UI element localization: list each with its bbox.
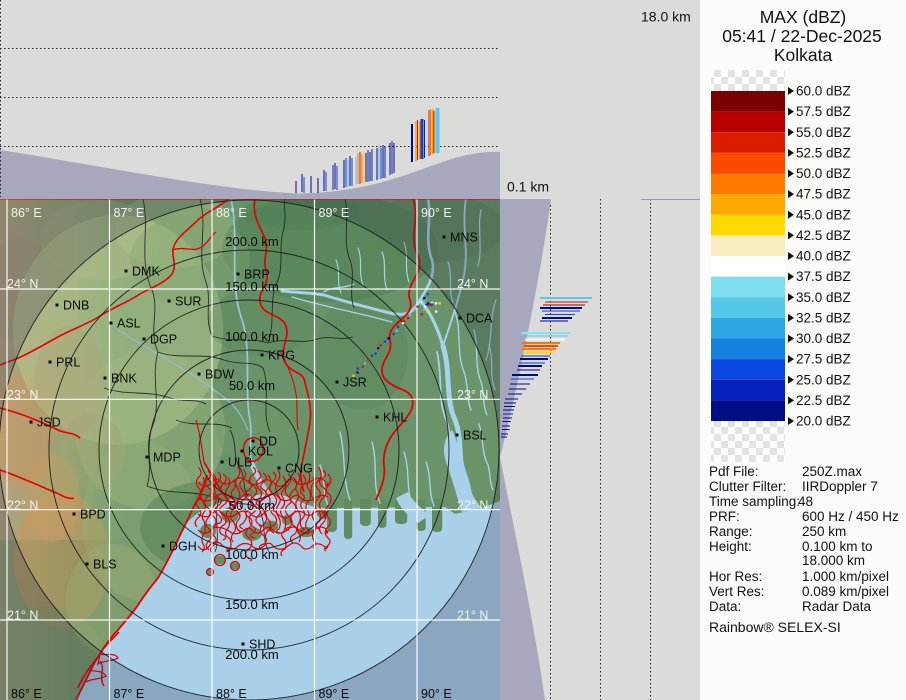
svg-text:0.100 km to: 0.100 km to	[802, 539, 873, 554]
svg-text:89° E: 89° E	[319, 206, 350, 220]
svg-text:BNK: BNK	[111, 372, 137, 386]
svg-text:1.000 km/pixel: 1.000 km/pixel	[802, 569, 889, 584]
svg-text:DGP: DGP	[150, 333, 177, 347]
svg-text:DNB: DNB	[63, 299, 89, 313]
svg-text:Height:: Height:	[709, 539, 752, 554]
svg-text:150.0 km: 150.0 km	[225, 597, 278, 612]
svg-text:Kolkata: Kolkata	[774, 45, 833, 65]
svg-text:22° N: 22° N	[7, 499, 38, 513]
svg-text:57.5 dBZ: 57.5 dBZ	[796, 104, 851, 119]
svg-text:0.089 km/pixel: 0.089 km/pixel	[802, 584, 889, 599]
svg-text:21° N: 21° N	[457, 609, 488, 623]
svg-text:MDP: MDP	[153, 451, 181, 465]
svg-text:48: 48	[798, 494, 813, 509]
svg-text:250 km: 250 km	[802, 524, 846, 539]
svg-text:600 Hz / 450 Hz: 600 Hz / 450 Hz	[802, 509, 899, 524]
svg-text:60.0 dBZ: 60.0 dBZ	[796, 84, 851, 99]
svg-text:55.0 dBZ: 55.0 dBZ	[796, 125, 851, 140]
svg-text:200.0 km: 200.0 km	[225, 647, 278, 662]
svg-text:27.5 dBZ: 27.5 dBZ	[796, 352, 851, 367]
svg-text:86° E: 86° E	[11, 206, 42, 220]
svg-text:Time sampling:: Time sampling:	[709, 494, 800, 509]
svg-text:ULB: ULB	[228, 456, 252, 470]
svg-text:24° N: 24° N	[7, 277, 38, 291]
svg-text:BPD: BPD	[80, 508, 106, 522]
svg-text:45.0 dBZ: 45.0 dBZ	[796, 207, 851, 222]
svg-text:23° N: 23° N	[457, 388, 488, 402]
svg-text:Rainbow® SELEX-SI: Rainbow® SELEX-SI	[709, 619, 841, 635]
svg-text:JSR: JSR	[343, 376, 367, 390]
svg-text:87° E: 87° E	[114, 206, 145, 220]
svg-text:37.5 dBZ: 37.5 dBZ	[796, 269, 851, 284]
svg-text:20.0 dBZ: 20.0 dBZ	[796, 414, 851, 429]
svg-text:Pdf File:: Pdf File:	[709, 464, 759, 479]
svg-text:86° E: 86° E	[11, 687, 42, 700]
svg-text:150.0 km: 150.0 km	[225, 279, 278, 294]
svg-text:25.0 dBZ: 25.0 dBZ	[796, 372, 851, 387]
svg-text:JSD: JSD	[37, 416, 61, 430]
svg-text:88° E: 88° E	[216, 206, 247, 220]
svg-text:KHL: KHL	[383, 411, 407, 425]
svg-text:BSL: BSL	[463, 429, 487, 443]
svg-text:23° N: 23° N	[7, 388, 38, 402]
svg-text:0.1 km: 0.1 km	[507, 179, 549, 195]
svg-text:22° N: 22° N	[457, 499, 488, 513]
svg-text:CNG: CNG	[285, 462, 313, 476]
svg-text:88° E: 88° E	[216, 687, 247, 700]
svg-text:90° E: 90° E	[421, 687, 452, 700]
svg-text:35.0 dBZ: 35.0 dBZ	[796, 290, 851, 305]
svg-text:MAX (dBZ): MAX (dBZ)	[760, 7, 847, 27]
svg-text:40.0 dBZ: 40.0 dBZ	[796, 249, 851, 264]
svg-text:Hor Res:: Hor Res:	[709, 569, 762, 584]
svg-text:21° N: 21° N	[7, 609, 38, 623]
svg-text:Vert Res:: Vert Res:	[709, 584, 765, 599]
svg-text:87° E: 87° E	[114, 687, 145, 700]
svg-text:90° E: 90° E	[421, 206, 452, 220]
svg-text:200.0 km: 200.0 km	[225, 234, 278, 249]
svg-text:Radar Data: Radar Data	[802, 599, 872, 614]
svg-text:30.0 dBZ: 30.0 dBZ	[796, 331, 851, 346]
svg-text:18.000 km: 18.000 km	[802, 553, 865, 568]
svg-text:IIRDoppler 7: IIRDoppler 7	[802, 479, 878, 494]
svg-text:22.5 dBZ: 22.5 dBZ	[796, 393, 851, 408]
svg-text:SUR: SUR	[175, 295, 201, 309]
svg-text:PRL: PRL	[56, 356, 80, 370]
svg-text:50.0 km: 50.0 km	[229, 498, 275, 513]
svg-text:100.0 km: 100.0 km	[225, 329, 278, 344]
svg-text:47.5 dBZ: 47.5 dBZ	[796, 187, 851, 202]
svg-text:100.0 km: 100.0 km	[225, 547, 278, 562]
svg-text:KRG: KRG	[268, 349, 295, 363]
svg-text:05:41 / 22-Dec-2025: 05:41 / 22-Dec-2025	[722, 26, 882, 46]
svg-text:DCA: DCA	[466, 312, 493, 326]
svg-text:89° E: 89° E	[319, 687, 350, 700]
svg-text:Data:: Data:	[709, 599, 741, 614]
svg-text:DMK: DMK	[132, 265, 160, 279]
svg-text:MNS: MNS	[450, 231, 478, 245]
svg-text:DGH: DGH	[169, 540, 197, 554]
svg-text:42.5 dBZ: 42.5 dBZ	[796, 228, 851, 243]
svg-text:PRF:: PRF:	[709, 509, 740, 524]
svg-text:50.0 dBZ: 50.0 dBZ	[796, 166, 851, 181]
svg-text:Clutter Filter:: Clutter Filter:	[709, 479, 786, 494]
svg-text:24° N: 24° N	[457, 277, 488, 291]
svg-text:18.0 km: 18.0 km	[641, 9, 691, 25]
svg-text:32.5 dBZ: 32.5 dBZ	[796, 310, 851, 325]
svg-text:Range:: Range:	[709, 524, 753, 539]
svg-text:250Z.max: 250Z.max	[802, 464, 862, 479]
svg-text:BLS: BLS	[93, 558, 117, 572]
svg-text:52.5 dBZ: 52.5 dBZ	[796, 145, 851, 160]
svg-text:ASL: ASL	[117, 317, 141, 331]
svg-text:50.0 km: 50.0 km	[229, 378, 275, 393]
